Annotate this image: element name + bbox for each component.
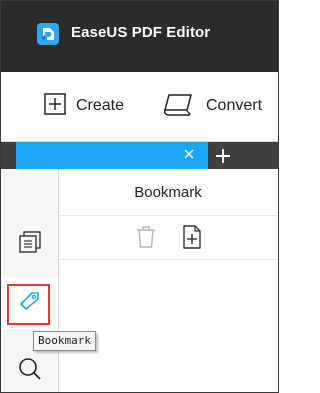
- convert-button[interactable]: Convert: [162, 92, 263, 121]
- panel-title: Bookmark: [134, 183, 202, 201]
- app-window: EaseUS PDF Editor Create Convert Bookmar…: [0, 0, 279, 393]
- add-bookmark-button[interactable]: [180, 225, 204, 249]
- main-toolbar: Create Convert: [1, 72, 278, 142]
- left-sidebar-rail: [1, 169, 59, 392]
- document-tab[interactable]: [16, 142, 208, 169]
- bookmark-tooltip: Bookmark: [33, 331, 96, 351]
- delete-bookmark-button[interactable]: [134, 225, 158, 249]
- easeus-pdf-logo-icon: [37, 23, 59, 45]
- bookmark-highlight-box: [7, 284, 50, 325]
- add-page-icon: [183, 225, 201, 249]
- create-label: Create: [76, 97, 125, 114]
- sidebar-item-thumbnails[interactable]: [1, 218, 58, 270]
- bookmark-panel-header: Bookmark: [58, 169, 278, 216]
- sidebar-item-search[interactable]: [1, 345, 58, 392]
- plus-icon: [216, 149, 230, 163]
- convert-label: Convert: [206, 97, 263, 114]
- bookmark-panel-toolbar: [58, 215, 278, 260]
- close-icon[interactable]: [182, 147, 196, 161]
- title-bar: EaseUS PDF Editor: [1, 1, 278, 72]
- trash-icon: [137, 226, 155, 248]
- document-tab-strip: [1, 142, 278, 169]
- new-tab-button[interactable]: [213, 146, 233, 166]
- create-button[interactable]: Create: [44, 92, 125, 120]
- page-thumbnails-icon: [18, 230, 42, 259]
- search-icon: [17, 356, 43, 387]
- convert-document-icon: [162, 92, 196, 121]
- app-title: EaseUS PDF Editor: [71, 24, 211, 41]
- plus-square-icon: [44, 92, 66, 120]
